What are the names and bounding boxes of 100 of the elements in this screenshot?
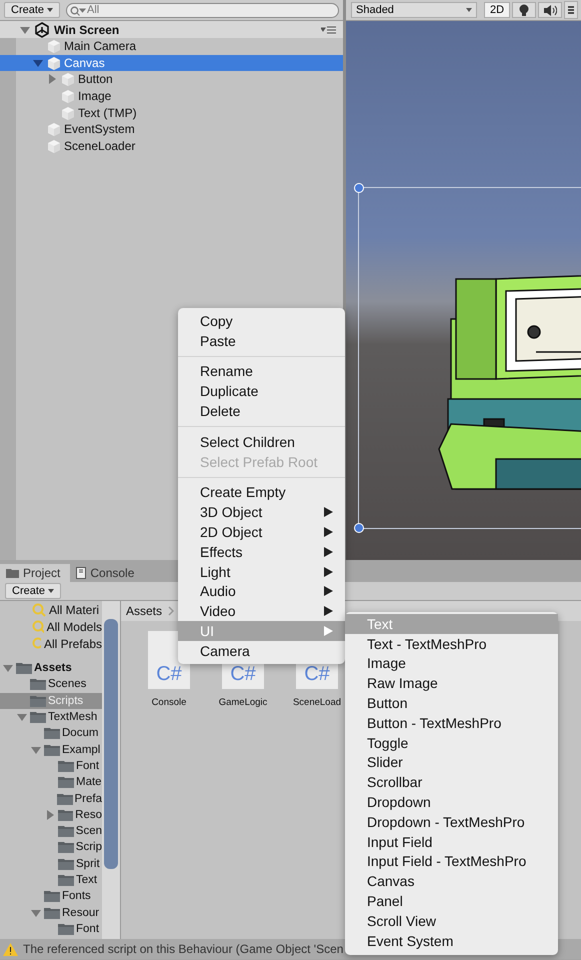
menu-item[interactable]: Button — [345, 693, 558, 713]
folder-item[interactable]: Docum — [0, 725, 102, 742]
menu-item[interactable]: 3D Object — [178, 502, 345, 522]
menu-item[interactable]: Panel — [345, 891, 558, 911]
folder-item[interactable]: Font — [0, 758, 102, 774]
expand-arrow-icon[interactable] — [3, 663, 13, 674]
folder-item[interactable]: Text — [0, 872, 102, 888]
menu-item[interactable]: Effects — [178, 542, 345, 562]
create-button[interactable]: Create — [5, 583, 62, 599]
hierarchy-item[interactable]: EventSystem — [0, 120, 343, 138]
rect-handle[interactable] — [354, 183, 364, 193]
folder-item[interactable]: Sprit — [0, 856, 102, 872]
effects-icon[interactable] — [564, 1, 578, 19]
menu-item[interactable]: Light — [178, 562, 345, 582]
unity-logo-icon — [34, 22, 50, 38]
menu-item[interactable]: Raw Image — [345, 673, 558, 694]
menu-item[interactable]: Input Field - TextMeshPro — [345, 852, 558, 872]
submenu-arrow-icon — [324, 507, 333, 518]
breadcrumb-link[interactable]: Assets — [126, 604, 162, 618]
rect-handle[interactable] — [354, 523, 364, 533]
folder-icon — [58, 874, 74, 886]
folder-item[interactable]: Reso — [0, 806, 102, 823]
menu-item[interactable]: 2D Object — [178, 522, 345, 542]
menu-item[interactable]: Dropdown - TextMeshPro — [345, 812, 558, 832]
chevron-icon — [168, 606, 174, 616]
hierarchy-item[interactable]: Text (TMP) — [0, 104, 343, 121]
speaker-icon[interactable] — [538, 2, 562, 18]
menu-item[interactable]: Event System — [345, 930, 558, 951]
folder-item[interactable]: Scrip — [0, 839, 102, 856]
panel-tab[interactable]: Console — [70, 564, 144, 582]
hierarchy-item[interactable]: Canvas — [0, 54, 343, 72]
favorite-item[interactable]: All Models — [0, 618, 102, 635]
search-icon — [70, 6, 86, 16]
folder-item[interactable]: Mate — [0, 774, 102, 790]
menu-item[interactable]: Copy — [178, 311, 345, 331]
menu-item[interactable]: Scroll View — [345, 910, 558, 931]
cube-icon — [61, 106, 75, 120]
cube-icon — [47, 39, 61, 54]
menu-item[interactable]: Select Children — [178, 432, 345, 452]
menu-item[interactable]: Image — [345, 654, 558, 674]
cube-icon — [47, 122, 61, 136]
menu-item[interactable]: Create Empty — [178, 482, 345, 502]
folder-icon — [30, 678, 46, 690]
folder-item[interactable]: Assets — [0, 660, 102, 676]
favorite-item[interactable]: All Prefabs — [0, 635, 102, 652]
menu-item[interactable]: Duplicate — [178, 381, 345, 402]
2d-toggle-button[interactable]: 2D — [484, 2, 510, 18]
menu-item[interactable]: Slider — [345, 752, 558, 772]
folder-item[interactable]: Prefa — [0, 790, 102, 807]
status-message: The referenced script on this Behaviour (Game Object 'Scen — [23, 942, 344, 956]
menu-item[interactable]: Rename — [178, 362, 345, 382]
folder-icon — [58, 760, 74, 772]
caret-icon — [466, 8, 472, 12]
folder-item[interactable]: Font — [0, 920, 102, 938]
expand-arrow-icon[interactable] — [20, 24, 30, 34]
hierarchy-item[interactable]: Main Camera — [0, 38, 343, 55]
console-icon — [76, 567, 86, 579]
submenu-arrow-icon — [324, 606, 333, 616]
menu-item[interactable]: Scrollbar — [345, 772, 558, 792]
expand-arrow-icon[interactable] — [17, 712, 27, 722]
hierarchy-item[interactable]: SceneLoader — [0, 138, 343, 154]
menu-item[interactable]: Paste — [178, 330, 345, 351]
expand-arrow-icon[interactable] — [33, 58, 43, 68]
search-icon — [32, 620, 44, 634]
menu-item[interactable]: Dropdown — [345, 792, 558, 812]
cube-icon — [47, 138, 61, 153]
menu-item[interactable]: Input Field — [345, 832, 558, 852]
expand-arrow-icon[interactable] — [47, 74, 57, 84]
folder-item[interactable]: Resour — [0, 904, 102, 921]
folder-item[interactable]: Scenes — [0, 676, 102, 693]
folder-icon — [58, 825, 74, 838]
folder-icon — [6, 568, 19, 578]
panel-tab[interactable]: Project — [0, 564, 70, 582]
cube-icon — [61, 89, 75, 104]
expand-arrow-icon[interactable] — [31, 744, 41, 755]
folder-item[interactable]: Exampl — [0, 741, 102, 758]
folder-item[interactable]: TextMesh — [0, 708, 102, 726]
menu-item[interactable]: Toggle — [345, 732, 558, 753]
hierarchy-item[interactable]: Button — [0, 71, 343, 88]
hierarchy-item[interactable]: Image — [0, 88, 343, 104]
favorite-item[interactable]: All Materi — [0, 601, 102, 618]
menu-item[interactable]: Text - TextMeshPro — [345, 634, 558, 654]
search-field[interactable]: All — [66, 2, 339, 18]
menu-item[interactable]: Video — [178, 601, 345, 622]
menu-icon[interactable] — [321, 26, 337, 34]
menu-item[interactable]: Button - TextMeshPro — [345, 712, 558, 733]
menu-item[interactable]: Delete — [178, 401, 345, 421]
create-button[interactable]: Create — [4, 2, 60, 18]
folder-item[interactable]: Scen — [0, 822, 102, 840]
lightbulb-icon[interactable] — [512, 2, 536, 18]
asset-name: SceneLoad — [292, 697, 342, 708]
menu-item[interactable]: Canvas — [345, 871, 558, 892]
folder-item[interactable]: Fonts — [0, 888, 102, 904]
submenu-arrow-icon — [324, 586, 333, 596]
scrollbar[interactable] — [102, 601, 120, 939]
folder-icon — [58, 808, 74, 821]
menu-item[interactable]: Audio — [178, 582, 345, 602]
expand-arrow-icon[interactable] — [31, 908, 41, 918]
expand-arrow-icon[interactable] — [44, 810, 55, 820]
shading-dropdown[interactable]: Shaded — [351, 2, 477, 18]
